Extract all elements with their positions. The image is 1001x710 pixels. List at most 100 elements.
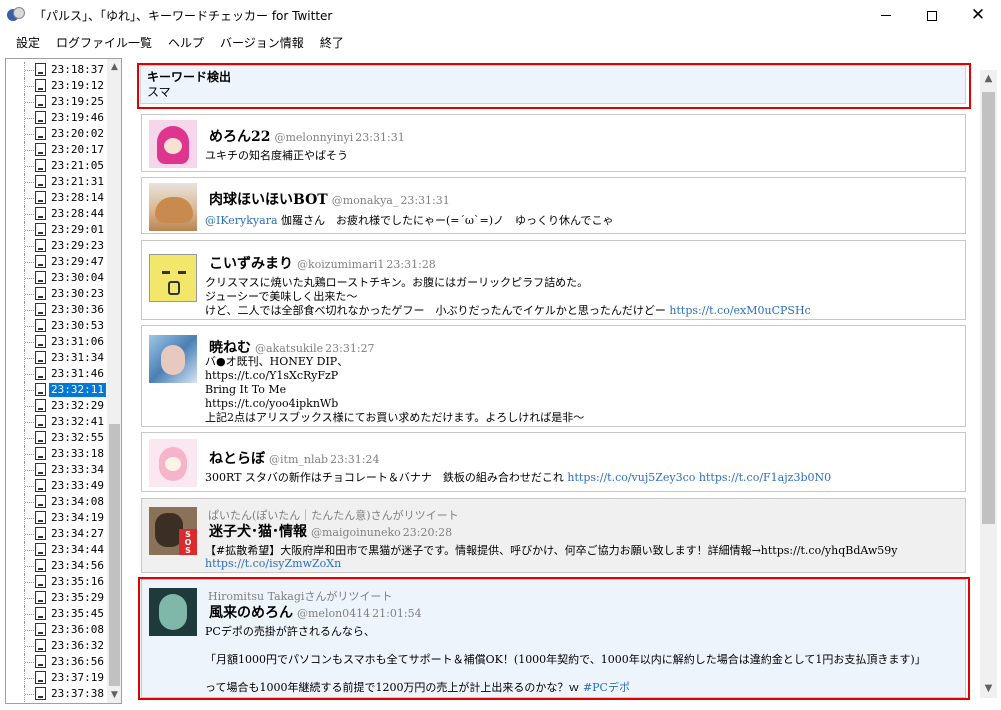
log-tree-item[interactable]: 23:33:49 (6, 478, 108, 494)
tweet-user[interactable]: ねとらぼ @itm_nlab 23:31:24 (209, 448, 379, 468)
log-tree-item[interactable]: 23:32:11 (6, 382, 108, 398)
avatar[interactable]: SOS (149, 507, 197, 555)
tweet-user[interactable]: こいずみまり @koizumimari1 23:31:28 (209, 253, 436, 273)
avatar[interactable] (149, 588, 197, 636)
log-tree-item[interactable]: 23:37:19 (6, 670, 108, 686)
tweet-user[interactable]: 風来のめろん @melon0414 21:01:54 (209, 602, 422, 622)
log-tree-item[interactable]: 23:34:19 (6, 510, 108, 526)
log-time-label: 23:21:05 (51, 159, 104, 172)
log-tree-item[interactable]: 23:29:01 (6, 222, 108, 238)
tweet-link[interactable]: https://t.co/exM0uCPSHc (669, 304, 810, 317)
log-tree-item[interactable]: 23:30:36 (6, 302, 108, 318)
log-tree-item[interactable]: 23:31:46 (6, 366, 108, 382)
maximize-button[interactable] (909, 0, 955, 31)
menu-version[interactable]: バージョン情報 (212, 31, 312, 56)
log-tree-item[interactable]: 23:37:38 (6, 686, 108, 702)
log-tree-item[interactable]: 23:30:04 (6, 270, 108, 286)
tweet-link[interactable]: https://t.co/isyZmwZoXn (205, 557, 341, 570)
log-tree-item[interactable]: 23:33:18 (6, 446, 108, 462)
tweet-user[interactable]: 肉球ほいほいBOT @monakya_ 23:31:31 (209, 189, 450, 209)
document-icon (35, 511, 46, 524)
minimize-icon (881, 15, 891, 16)
log-tree-item[interactable]: 23:19:46 (6, 110, 108, 126)
tweet-card[interactable]: こいずみまり @koizumimari1 23:31:28 クリスマスに焼いた丸鶏ロ… (141, 240, 966, 320)
log-tree-item[interactable]: 23:35:45 (6, 606, 108, 622)
log-tree-rows: 23:18:37 23:19:12 23:19:25 23:19:46 23:20:02… (6, 62, 108, 702)
tweet-text: クリスマスに焼いた丸鶏ローストチキン。お腹にはガーリックピラフ詰めた。 (205, 276, 589, 289)
avatar[interactable] (149, 183, 197, 231)
document-icon (35, 207, 46, 220)
log-tree-item[interactable]: 23:36:32 (6, 638, 108, 654)
menu-exit[interactable]: 終了 (312, 31, 352, 56)
tweet-text: 上記2点はアリスブックス様にてお買い求めただけます。よろしければ是非～ (205, 411, 585, 424)
tweet-card[interactable]: ぱいたん(ぽいたん｜たんたん意)さんがリツイート SOS 迷子犬･猫･情報 @ma… (141, 498, 966, 573)
tweet-text: Bring It To Me (205, 383, 287, 396)
log-tree[interactable]: 23:18:37 23:19:12 23:19:25 23:19:46 23:20:02… (5, 58, 122, 704)
log-tree-item[interactable]: 23:32:55 (6, 430, 108, 446)
tweet-user[interactable]: 迷子犬･猫･情報 @maigoinuneko 23:20:28 (209, 521, 452, 541)
log-tree-item[interactable]: 23:18:37 (6, 62, 108, 78)
log-tree-item[interactable]: 23:28:14 (6, 190, 108, 206)
tweet-card[interactable]: ねとらぼ @itm_nlab 23:31:24 300RT スタバの新作はチョコレー… (141, 432, 966, 492)
log-tree-item[interactable]: 23:36:56 (6, 654, 108, 670)
document-icon (35, 111, 46, 124)
log-tree-item[interactable]: 23:31:06 (6, 334, 108, 350)
log-tree-item[interactable]: 23:20:17 (6, 142, 108, 158)
log-time-label: 23:29:47 (51, 255, 104, 268)
avatar[interactable] (149, 254, 197, 302)
chevron-down-icon[interactable]: ▼ (107, 687, 121, 703)
chevron-up-icon[interactable]: ▲ (980, 70, 997, 88)
menu-help[interactable]: ヘルプ (160, 31, 212, 56)
log-tree-item[interactable]: 23:19:12 (6, 78, 108, 94)
log-tree-item[interactable]: 23:30:53 (6, 318, 108, 334)
chevron-down-icon[interactable]: ▼ (980, 680, 997, 698)
log-tree-item[interactable]: 23:21:05 (6, 158, 108, 174)
feed-scroll-thumb[interactable] (982, 92, 995, 524)
tweet-user[interactable]: 暁ねむ @akatsukile 23:31:27 (209, 337, 375, 357)
log-tree-item[interactable]: 23:33:34 (6, 462, 108, 478)
minimize-button[interactable] (863, 0, 909, 31)
keyword-panel: キーワード検出 スマ (140, 65, 966, 104)
log-tree-item[interactable]: 23:32:41 (6, 414, 108, 430)
menu-settings[interactable]: 設定 (0, 31, 48, 56)
log-tree-item[interactable]: 23:30:23 (6, 286, 108, 302)
hashtag-link[interactable]: #PCデポ (583, 681, 630, 694)
log-tree-item[interactable]: 23:29:23 (6, 238, 108, 254)
log-tree-item[interactable]: 23:28:44 (6, 206, 108, 222)
log-tree-item[interactable]: 23:20:02 (6, 126, 108, 142)
log-tree-item[interactable]: 23:34:56 (6, 558, 108, 574)
tweet-card[interactable]: 暁ねむ @akatsukile 23:31:27 バ●オ既刊、HONEY DIP、 … (141, 325, 966, 427)
log-tree-item[interactable]: 23:29:47 (6, 254, 108, 270)
mention-link[interactable]: @IKerykyara (205, 214, 278, 227)
log-tree-item[interactable]: 23:34:27 (6, 526, 108, 542)
log-tree-item[interactable]: 23:19:25 (6, 94, 108, 110)
tweet-link[interactable]: https://t.co/vuj5Zey3co https://t.co/F1a… (567, 471, 831, 484)
log-time-label: 23:18:37 (51, 63, 104, 76)
avatar[interactable] (149, 335, 197, 383)
avatar[interactable] (149, 120, 197, 168)
document-icon (35, 463, 46, 476)
log-tree-item[interactable]: 23:35:29 (6, 590, 108, 606)
tweet-text: 【#拡散希望】大阪府岸和田市で黒猫が迷子です。情報提供、呼びかけ、何卒ご協力お願… (205, 544, 898, 557)
document-icon (35, 591, 46, 604)
tree-scrollbar[interactable]: ▲ ▼ (107, 59, 121, 703)
log-time-label: 23:30:53 (51, 319, 104, 332)
log-tree-item[interactable]: 23:32:29 (6, 398, 108, 414)
tree-scroll-thumb[interactable] (109, 424, 120, 686)
log-tree-item[interactable]: 23:35:16 (6, 574, 108, 590)
log-tree-item[interactable]: 23:34:08 (6, 494, 108, 510)
document-icon (35, 527, 46, 540)
feed-scrollbar[interactable]: ▲ ▼ (980, 70, 997, 698)
log-tree-item[interactable]: 23:21:31 (6, 174, 108, 190)
log-tree-item[interactable]: 23:31:34 (6, 350, 108, 366)
menu-log-files[interactable]: ログファイル一覧 (48, 31, 160, 56)
tweet-card[interactable]: 肉球ほいほいBOT @monakya_ 23:31:31 @IKerykyara 伽… (141, 177, 966, 234)
chevron-up-icon[interactable]: ▲ (107, 59, 121, 75)
tweet-user[interactable]: めろん22 @melonnyinyi 23:31:31 (209, 126, 405, 146)
log-tree-item[interactable]: 23:34:44 (6, 542, 108, 558)
avatar[interactable] (149, 439, 197, 487)
close-button[interactable]: ✕ (955, 0, 1001, 31)
log-tree-item[interactable]: 23:36:08 (6, 622, 108, 638)
tweet-card[interactable]: めろん22 @melonnyinyi 23:31:31 ユキチの知名度補正やばそう (141, 114, 966, 172)
tweet-card[interactable]: Hiromitsu Takagiさんがリツイート 風来のめろん @melon041… (141, 579, 966, 698)
